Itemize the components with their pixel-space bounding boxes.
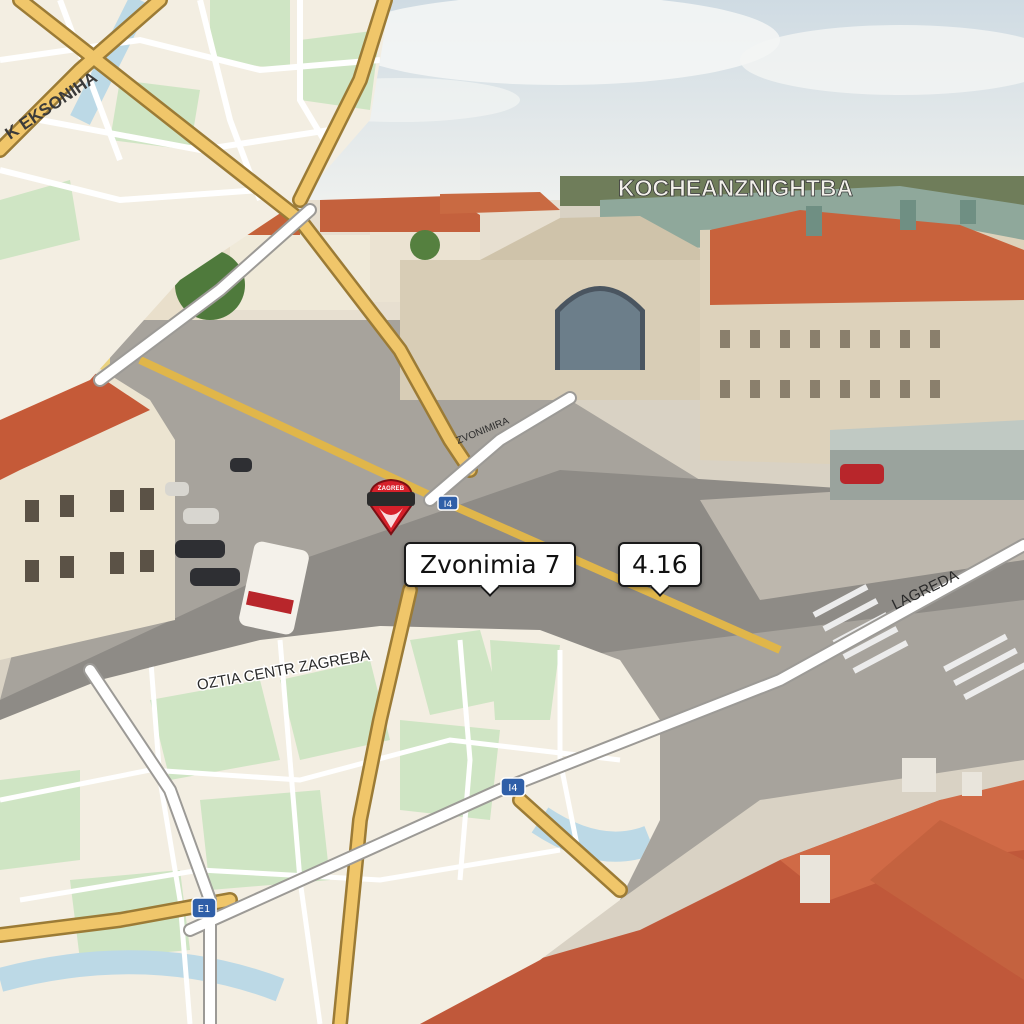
svg-text:I4: I4: [508, 783, 517, 794]
road-shield-icon: I4: [437, 495, 459, 511]
svg-text:E1: E1: [198, 904, 211, 915]
distance-text: 4.16: [632, 550, 688, 579]
svg-text:I4: I4: [444, 500, 453, 510]
address-text: Zvonimia 7: [420, 550, 561, 579]
map-photo-scene: KOCHEANZNIGHTBA K EKSONIHA OZTIA CENTR Z…: [0, 0, 1024, 1024]
station-roof-sign: KOCHEANZNIGHTBA: [618, 175, 853, 201]
pin-label: ZAGREB: [377, 486, 405, 492]
road-shield-icon: I4: [500, 777, 526, 797]
road-shield-icon: E1: [191, 897, 217, 919]
address-callout[interactable]: Zvonimia 7: [404, 542, 577, 587]
location-pin-icon[interactable]: ZAGREB: [365, 478, 417, 536]
distance-callout[interactable]: 4.16: [618, 542, 702, 587]
